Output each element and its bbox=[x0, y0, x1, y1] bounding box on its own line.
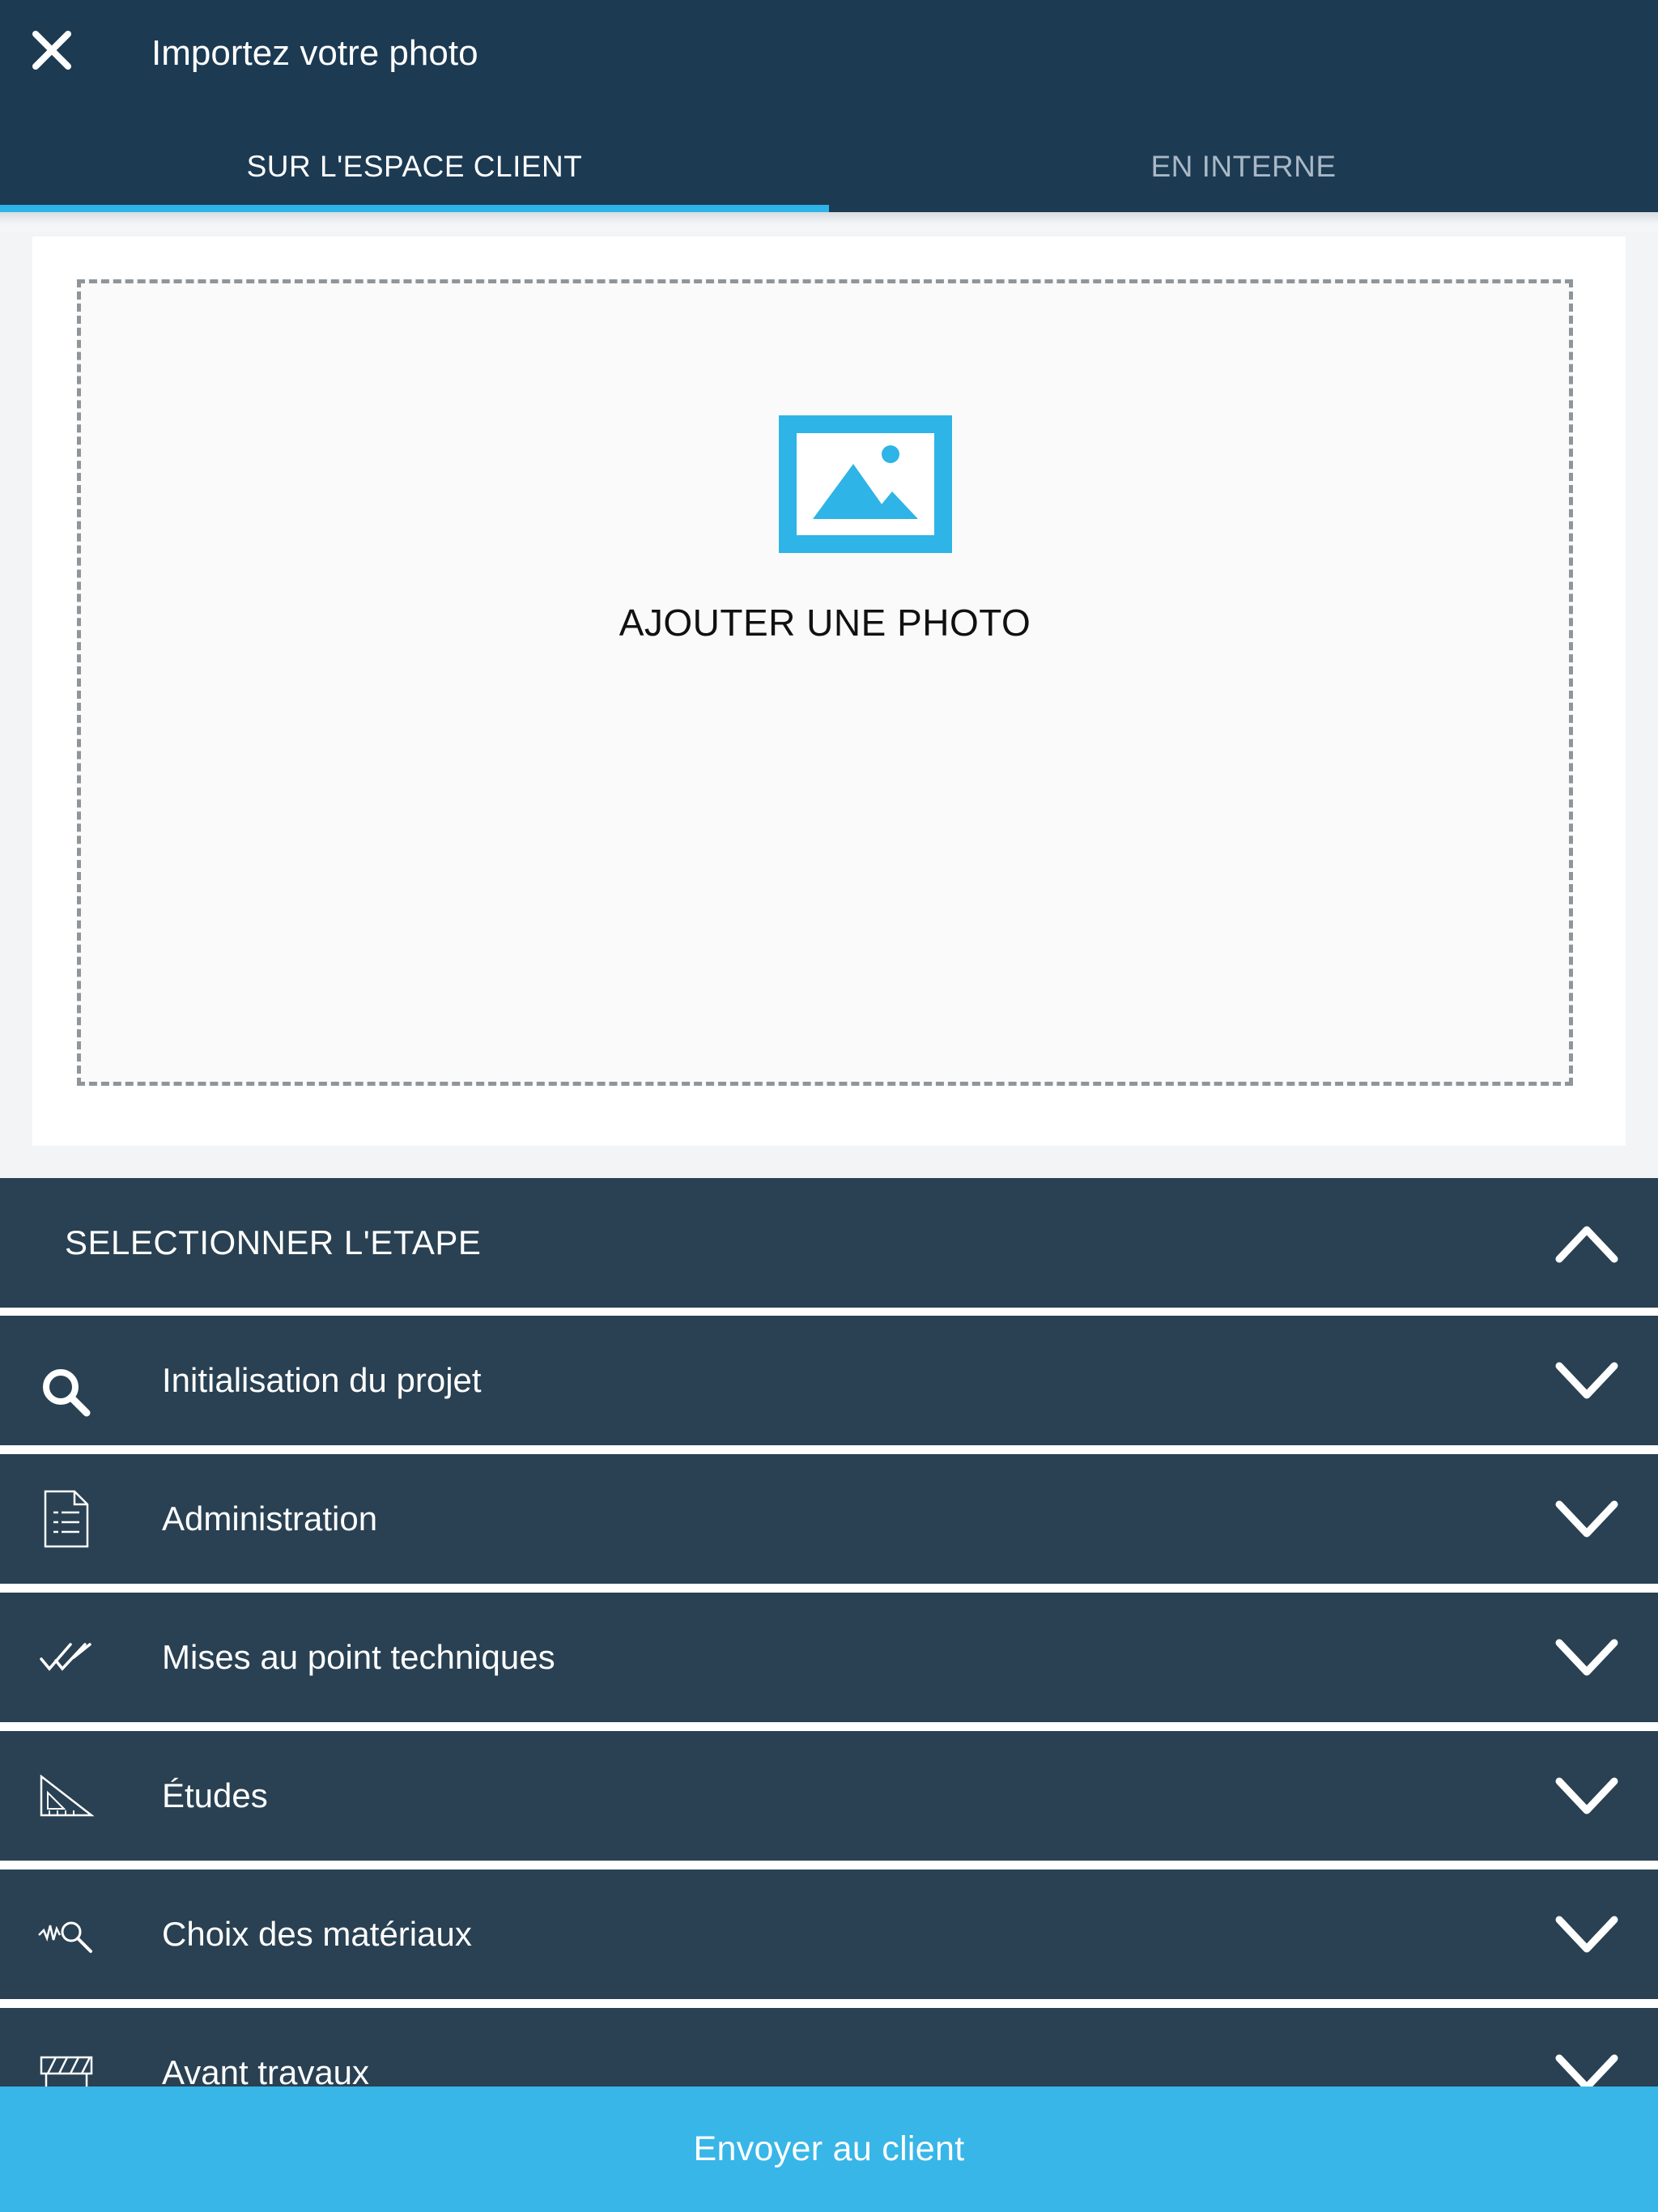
send-to-client-button[interactable]: Envoyer au client bbox=[0, 2087, 1658, 2212]
header-shadow bbox=[0, 212, 1658, 232]
close-icon bbox=[32, 31, 71, 70]
step-item-choix-materiaux[interactable]: Choix des matériaux bbox=[0, 1870, 1658, 1999]
close-button[interactable] bbox=[23, 21, 81, 79]
search-icon bbox=[18, 1348, 115, 1417]
chevron-down-icon bbox=[1555, 1362, 1618, 1399]
step-selector-title: SELECTIONNER L'ETAPE bbox=[65, 1223, 482, 1261]
page-title: Importez votre photo bbox=[151, 33, 478, 73]
chevron-up-icon bbox=[1555, 1226, 1618, 1263]
material-search-icon bbox=[18, 1902, 115, 1967]
step-item-label: Études bbox=[162, 1776, 268, 1814]
document-checklist-icon bbox=[18, 1487, 115, 1551]
photo-dropzone[interactable]: AJOUTER UNE PHOTO bbox=[77, 279, 1573, 1086]
step-item-label: Initialisation du projet bbox=[162, 1361, 482, 1399]
step-item-mises-au-point[interactable]: Mises au point techniques bbox=[0, 1593, 1658, 1722]
chevron-down-icon bbox=[1555, 1916, 1618, 1953]
step-selector-header[interactable]: SELECTIONNER L'ETAPE bbox=[0, 1178, 1658, 1308]
tab-espace-client[interactable]: SUR L'ESPACE CLIENT bbox=[0, 121, 829, 212]
step-item-administration[interactable]: Administration bbox=[0, 1454, 1658, 1584]
step-item-label: Choix des matériaux bbox=[162, 1915, 472, 1953]
chevron-down-icon bbox=[1555, 1639, 1618, 1676]
active-tab-indicator bbox=[0, 205, 829, 212]
upload-card: AJOUTER UNE PHOTO bbox=[32, 236, 1626, 1146]
chevron-down-icon bbox=[1555, 1500, 1618, 1538]
image-icon bbox=[779, 415, 952, 553]
step-item-etudes[interactable]: Études bbox=[0, 1731, 1658, 1861]
step-item-label: Mises au point techniques bbox=[162, 1638, 555, 1676]
double-check-icon bbox=[18, 1625, 115, 1690]
set-square-icon bbox=[18, 1763, 115, 1828]
step-selector: SELECTIONNER L'ETAPE Initialisation du p… bbox=[0, 1178, 1658, 2212]
chevron-down-icon bbox=[1555, 1777, 1618, 1814]
step-item-initialisation[interactable]: Initialisation du projet bbox=[0, 1316, 1658, 1445]
app-header: Importez votre photo SUR L'ESPACE CLIENT… bbox=[0, 0, 1658, 212]
add-photo-label: AJOUTER UNE PHOTO bbox=[619, 602, 1031, 644]
tab-en-interne[interactable]: EN INTERNE bbox=[829, 121, 1658, 212]
tab-label: EN INTERNE bbox=[1150, 150, 1337, 183]
tab-label: SUR L'ESPACE CLIENT bbox=[246, 150, 583, 183]
upload-section: AJOUTER UNE PHOTO bbox=[0, 212, 1658, 1178]
step-item-label: Administration bbox=[162, 1499, 378, 1538]
